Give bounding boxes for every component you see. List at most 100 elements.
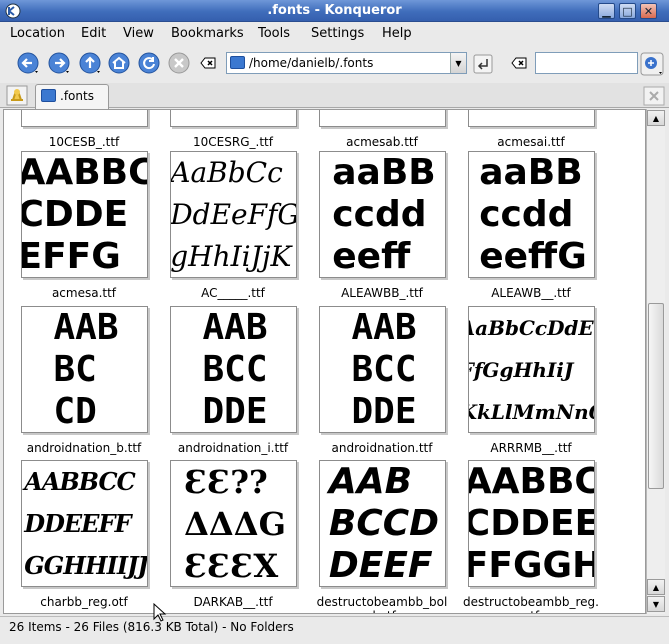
- font-preview-text: AAB BCCD DEEF: [328, 460, 440, 586]
- file-name: 10CESRG_.ttf: [193, 135, 273, 149]
- minimize-button[interactable]: ▁: [598, 3, 615, 19]
- clear-location-icon[interactable]: [200, 56, 216, 70]
- location-value: /home/danielb/.fonts: [249, 56, 374, 70]
- file-item[interactable]: AAB BCC DDE androidnation.ttf: [312, 306, 452, 455]
- vertical-scrollbar[interactable]: ▲ ▲ ▼: [646, 109, 665, 614]
- location-dropdown-button[interactable]: ▼: [450, 53, 466, 73]
- google-search-icon[interactable]: [640, 52, 664, 76]
- file-item[interactable]: AABBC CDDEE FFGGH destructobeambb_reg.otf: [461, 460, 601, 613]
- file-item[interactable]: aaBB ccdd eeff ALEAWBB_.ttf: [312, 151, 452, 300]
- file-name: DARKAB__.ttf: [193, 595, 273, 609]
- forward-icon[interactable]: [47, 51, 71, 75]
- file-item[interactable]: ƐƐ?? ΔΔΔG ƐƐƐX DARKAB__.ttf: [163, 460, 303, 609]
- maximize-icon: □: [622, 4, 633, 18]
- font-preview-text: ƐƐ?? ΔΔΔG ƐƐƐX: [184, 462, 286, 585]
- menu-settings[interactable]: Settings: [311, 26, 364, 41]
- menu-bar: Location Edit View Bookmarks Tools Setti…: [0, 23, 669, 45]
- file-name: destructobeambb_bold.otf: [316, 595, 448, 613]
- tab-fonts[interactable]: .fonts: [35, 84, 109, 109]
- scroll-up-button-lower[interactable]: ▲: [647, 579, 665, 595]
- file-name: acmesa.ttf: [51, 286, 117, 300]
- file-item[interactable]: AABBCC DDEEFF GGHHIIJJ charbb_reg.otf: [14, 460, 154, 609]
- font-preview-thumbnail[interactable]: AABBC CDDEE FFGGH: [467, 460, 595, 587]
- minimize-icon: ▁: [602, 4, 611, 18]
- mouse-cursor-icon: [153, 603, 167, 622]
- font-preview-thumbnail[interactable]: AABBCC DDEEFF GGHHIIJJ: [20, 460, 148, 587]
- menu-location[interactable]: Location: [10, 26, 65, 41]
- font-preview-text: AABBC CDDE EFFG: [20, 151, 148, 277]
- font-preview-thumbnail[interactable]: AAB BCC DDE: [169, 306, 297, 433]
- file-icon-view[interactable]: 10CESB_.ttf 10CESRG_.ttf acmesab.ttf acmesa…: [3, 109, 646, 614]
- font-preview-thumbnail[interactable]: [169, 110, 297, 127]
- file-name: 10CESB_.ttf: [48, 135, 120, 149]
- location-input[interactable]: /home/danielb/.fonts: [226, 52, 467, 74]
- menu-view[interactable]: View: [123, 26, 154, 41]
- status-bar: 26 Items - 26 Files (816.3 KB Total) - N…: [0, 603, 669, 644]
- font-preview-thumbnail[interactable]: AAB BCCD DEEF: [318, 460, 446, 587]
- maximize-button[interactable]: □: [619, 3, 636, 19]
- toolbar: /home/danielb/.fonts ▼: [0, 45, 669, 83]
- font-preview-thumbnail[interactable]: AAB BC CD: [20, 306, 148, 433]
- font-preview-thumbnail[interactable]: AaBbCcDdEe FfGgHhIiJ KkLlMmNnO: [467, 306, 595, 433]
- home-icon[interactable]: [107, 51, 131, 75]
- font-preview-thumbnail[interactable]: ƐƐ?? ΔΔΔG ƐƐƐX: [169, 460, 297, 587]
- file-item[interactable]: acmesai.ttf: [461, 110, 601, 149]
- font-preview-thumbnail[interactable]: [318, 110, 446, 127]
- search-input[interactable]: [535, 52, 638, 74]
- file-name: AC_____.ttf: [201, 286, 265, 300]
- font-preview-thumbnail[interactable]: AaBbCc DdEeFfG gHhIiJjK: [169, 151, 297, 278]
- file-item[interactable]: 10CESRG_.ttf: [163, 110, 303, 149]
- file-name: androidnation_i.ttf: [177, 441, 289, 455]
- file-item[interactable]: aaBB ccdd eeffG ALEAWB__.ttf: [461, 151, 601, 300]
- file-name: ARRRMB__.ttf: [490, 441, 572, 455]
- file-item[interactable]: AAB BC CD androidnation_b.ttf: [14, 306, 154, 455]
- go-icon[interactable]: [473, 54, 493, 74]
- clear-search-icon[interactable]: [511, 56, 527, 70]
- tab-label: .fonts: [60, 89, 94, 103]
- file-name: ALEAWBB_.ttf: [341, 286, 423, 300]
- font-preview-thumbnail[interactable]: [467, 110, 595, 127]
- font-preview-thumbnail[interactable]: AABBC CDDE EFFG: [20, 151, 148, 278]
- file-item[interactable]: AaBbCcDdEe FfGgHhIiJ KkLlMmNnO ARRRMB__.t…: [461, 306, 601, 455]
- window-title: .fonts - Konqueror: [267, 3, 402, 18]
- up-icon[interactable]: [78, 51, 102, 75]
- back-icon[interactable]: [16, 51, 40, 75]
- font-preview-thumbnail[interactable]: [20, 110, 148, 127]
- close-icon: ✕: [643, 4, 654, 18]
- file-item[interactable]: AABBC CDDE EFFG acmesa.ttf: [14, 151, 154, 300]
- file-item[interactable]: AAB BCC DDE androidnation_i.ttf: [163, 306, 303, 455]
- font-preview-text: aaBB ccdd eeffG: [479, 151, 587, 277]
- title-bar: .fonts - Konqueror ▁ □ ✕: [0, 0, 669, 22]
- reload-icon[interactable]: [137, 51, 161, 75]
- menu-help[interactable]: Help: [382, 26, 412, 41]
- chevron-up-icon: ▲: [652, 582, 660, 592]
- scroll-down-button[interactable]: ▼: [647, 596, 665, 612]
- file-item[interactable]: AAB BCCD DEEF destructobeambb_bold.otf: [312, 460, 452, 613]
- font-preview-text: aaBB ccdd eeff: [332, 151, 436, 277]
- file-name: androidnation_b.ttf: [26, 441, 142, 455]
- font-preview-text: AaBbCc DdEeFfG gHhIiJjK: [170, 155, 297, 273]
- menu-edit[interactable]: Edit: [81, 26, 106, 41]
- file-name: acmesab.ttf: [346, 135, 418, 149]
- font-preview-text: AaBbCcDdEe FfGgHhIiJ KkLlMmNnO: [467, 315, 594, 424]
- scroll-up-button[interactable]: ▲: [647, 110, 665, 126]
- font-preview-thumbnail[interactable]: AAB BCC DDE: [318, 306, 446, 433]
- scrollbar-thumb[interactable]: [648, 303, 664, 489]
- font-preview-text: AAB BCC DDE: [351, 306, 417, 432]
- font-preview-text: AABBCC DDEEFF GGHHIIJJ: [24, 466, 148, 580]
- file-item[interactable]: 10CESB_.ttf: [14, 110, 154, 149]
- font-preview-text: AAB BCC DDE: [202, 306, 268, 432]
- font-preview-thumbnail[interactable]: aaBB ccdd eeff: [318, 151, 446, 278]
- stop-icon[interactable]: [167, 51, 191, 75]
- chevron-down-icon: ▼: [455, 58, 462, 68]
- chevron-down-icon: ▼: [652, 599, 660, 609]
- menu-tools[interactable]: Tools: [258, 26, 290, 41]
- close-tab-icon[interactable]: [643, 86, 665, 106]
- new-tab-icon[interactable]: [6, 85, 28, 106]
- font-preview-text: AAB BC CD: [53, 306, 119, 432]
- menu-bookmarks[interactable]: Bookmarks: [171, 26, 244, 41]
- file-item[interactable]: acmesab.ttf: [312, 110, 452, 149]
- file-item[interactable]: AaBbCc DdEeFfG gHhIiJjK AC_____.ttf: [163, 151, 303, 300]
- close-button[interactable]: ✕: [640, 3, 657, 19]
- font-preview-thumbnail[interactable]: aaBB ccdd eeffG: [467, 151, 595, 278]
